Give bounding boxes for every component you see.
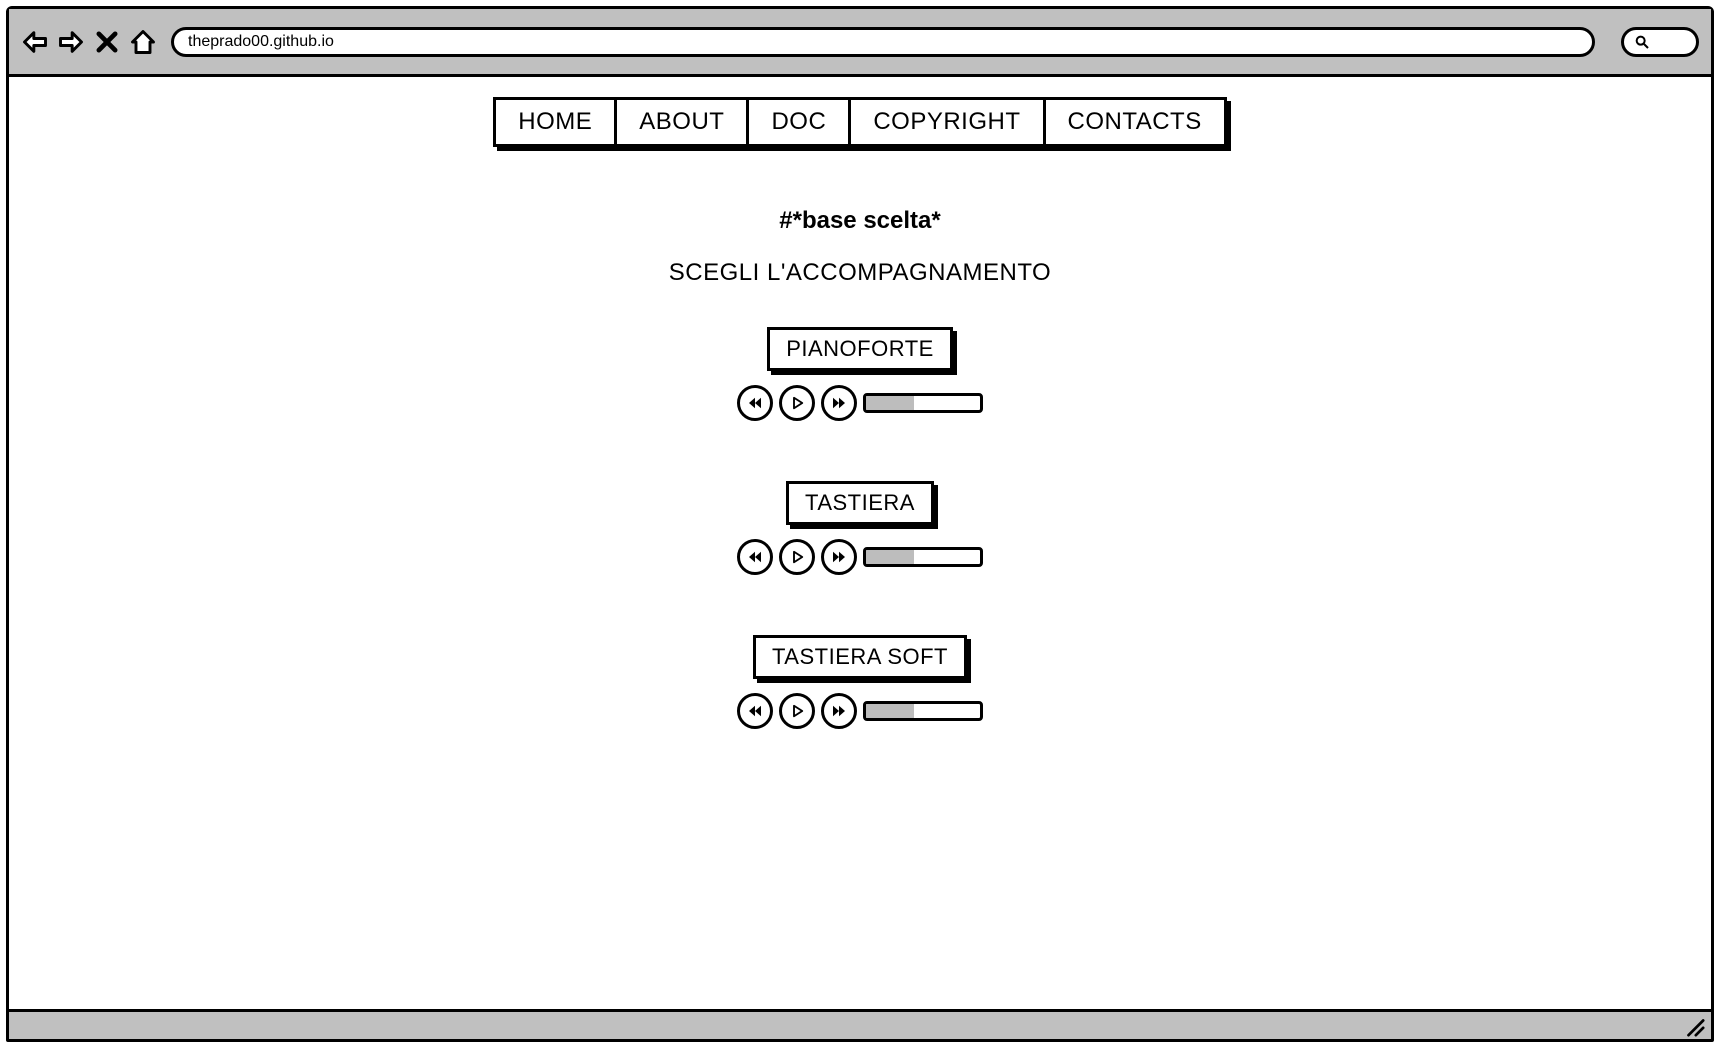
fast-forward-icon bbox=[830, 548, 848, 566]
audio-player bbox=[737, 385, 983, 421]
back-icon[interactable] bbox=[21, 28, 49, 56]
main-nav: HOME ABOUT DOC COPYRIGHT CONTACTS bbox=[493, 97, 1226, 147]
search-icon bbox=[1634, 34, 1650, 50]
track-list: PIANOFORTE bbox=[9, 327, 1711, 729]
fast-forward-button[interactable] bbox=[821, 385, 857, 421]
audio-player bbox=[737, 693, 983, 729]
rewind-icon bbox=[746, 394, 764, 412]
select-track-button[interactable]: PIANOFORTE bbox=[767, 327, 953, 371]
rewind-icon bbox=[746, 548, 764, 566]
fast-forward-button[interactable] bbox=[821, 539, 857, 575]
home-icon[interactable] bbox=[129, 28, 157, 56]
browser-window: theprado00.github.io HOME ABOUT DOC COPY… bbox=[6, 6, 1714, 1042]
page-headline: #*base scelta* bbox=[9, 207, 1711, 235]
browser-toolbar: theprado00.github.io bbox=[9, 9, 1711, 77]
nav-home[interactable]: HOME bbox=[496, 100, 617, 144]
search-pill[interactable] bbox=[1621, 27, 1699, 57]
nav-about[interactable]: ABOUT bbox=[617, 100, 749, 144]
rewind-button[interactable] bbox=[737, 539, 773, 575]
progress-bar[interactable] bbox=[863, 701, 983, 721]
play-button[interactable] bbox=[779, 693, 815, 729]
nav-contacts[interactable]: CONTACTS bbox=[1046, 100, 1224, 144]
progress-bar[interactable] bbox=[863, 393, 983, 413]
page-subhead: SCEGLI L'ACCOMPAGNAMENTO bbox=[9, 259, 1711, 287]
nav-doc[interactable]: DOC bbox=[749, 100, 851, 144]
play-icon bbox=[788, 702, 806, 720]
play-icon bbox=[788, 394, 806, 412]
progress-fill bbox=[866, 396, 914, 410]
audio-player bbox=[737, 539, 983, 575]
rewind-button[interactable] bbox=[737, 385, 773, 421]
track-pianoforte: PIANOFORTE bbox=[737, 327, 983, 421]
stop-icon[interactable] bbox=[93, 28, 121, 56]
progress-fill bbox=[866, 550, 914, 564]
track-tastiera-soft: TASTIERA SOFT bbox=[737, 635, 983, 729]
page-content: HOME ABOUT DOC COPYRIGHT CONTACTS #*base… bbox=[9, 77, 1711, 1009]
browser-status-bar bbox=[9, 1009, 1711, 1039]
nav-copyright[interactable]: COPYRIGHT bbox=[851, 100, 1045, 144]
resize-grip-icon[interactable] bbox=[1683, 1015, 1705, 1037]
play-button[interactable] bbox=[779, 385, 815, 421]
select-track-button[interactable]: TASTIERA SOFT bbox=[753, 635, 967, 679]
play-icon bbox=[788, 548, 806, 566]
rewind-icon bbox=[746, 702, 764, 720]
progress-bar[interactable] bbox=[863, 547, 983, 567]
select-track-button[interactable]: TASTIERA bbox=[786, 481, 934, 525]
fast-forward-icon bbox=[830, 702, 848, 720]
forward-icon[interactable] bbox=[57, 28, 85, 56]
progress-fill bbox=[866, 704, 914, 718]
fast-forward-button[interactable] bbox=[821, 693, 857, 729]
play-button[interactable] bbox=[779, 539, 815, 575]
url-bar[interactable]: theprado00.github.io bbox=[171, 27, 1595, 57]
url-text: theprado00.github.io bbox=[188, 33, 334, 51]
rewind-button[interactable] bbox=[737, 693, 773, 729]
track-tastiera: TASTIERA bbox=[737, 481, 983, 575]
fast-forward-icon bbox=[830, 394, 848, 412]
